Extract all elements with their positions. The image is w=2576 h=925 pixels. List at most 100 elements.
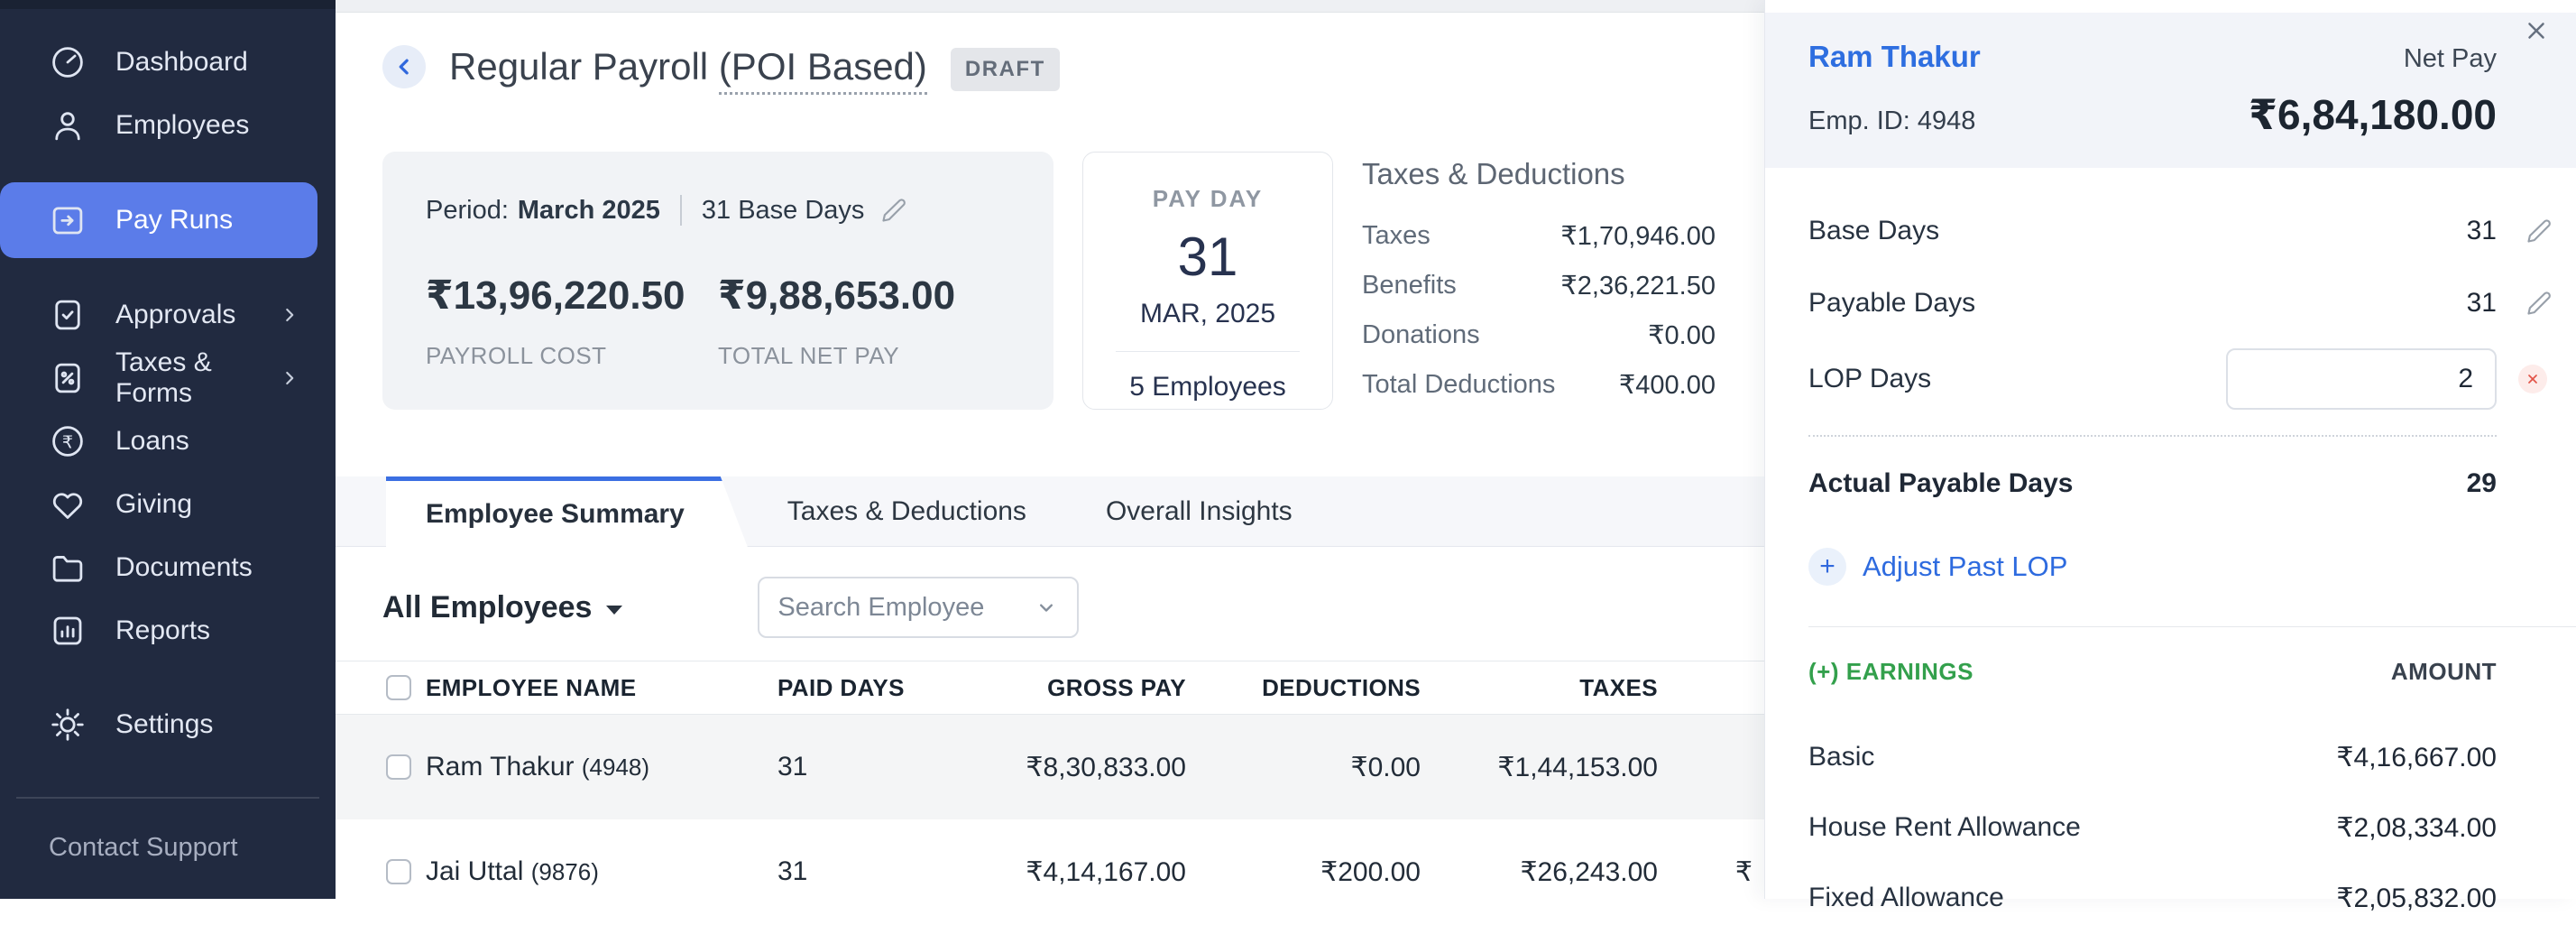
payable-days-row: Payable Days 31 xyxy=(1808,274,2576,332)
total-net-pay-value: ₹9,88,653.00 xyxy=(718,273,1010,319)
close-icon[interactable] xyxy=(2516,11,2556,51)
total-net-pay-block: ₹9,88,653.00 TOTAL NET PAY xyxy=(718,273,1010,370)
earnings-divider xyxy=(1808,626,2576,627)
select-all-checkbox[interactable] xyxy=(386,675,411,700)
employee-filter-dropdown[interactable]: All Employees xyxy=(382,590,622,625)
folder-icon xyxy=(49,549,87,587)
payroll-cost-label: PAYROLL COST xyxy=(426,342,718,370)
sidebar-item-label: Taxes & Forms xyxy=(115,347,249,409)
earnings-title: (+) EARNINGS xyxy=(1808,658,1973,686)
pay-runs-icon xyxy=(49,201,87,239)
panel-header: Ram Thakur Net Pay Emp. ID: 4948 ₹6,84,1… xyxy=(1765,13,2576,168)
sidebar-item-label: Employees xyxy=(115,110,249,141)
adjust-past-lop-link[interactable]: + Adjust Past LOP xyxy=(1808,540,2576,594)
payday-month-year: MAR, 2025 xyxy=(1083,299,1332,329)
status-badge: DRAFT xyxy=(951,48,1060,91)
net-pay-amount: ₹6,84,180.00 xyxy=(2249,90,2497,139)
col-employee-name: EMPLOYEE NAME xyxy=(426,674,777,702)
sidebar-item-label: Pay Runs xyxy=(115,205,233,236)
edit-base-days-icon[interactable] xyxy=(2525,217,2553,245)
caret-down-icon xyxy=(606,606,622,615)
svg-text:₹: ₹ xyxy=(62,431,73,452)
payday-card: PAY DAY 31 MAR, 2025 5 Employees xyxy=(1082,152,1333,410)
taxes-deductions-title: Taxes & Deductions xyxy=(1362,157,1716,191)
row-checkbox[interactable] xyxy=(386,754,411,780)
sidebar-item-settings[interactable]: Settings xyxy=(0,693,336,756)
sidebar-item-taxes-forms[interactable]: Taxes & Forms xyxy=(0,347,336,410)
net-pay-label: Net Pay xyxy=(2404,44,2497,74)
panel-header-row2: Emp. ID: 4948 ₹6,84,180.00 xyxy=(1808,90,2497,139)
chevron-left-icon xyxy=(391,53,418,80)
dotted-divider xyxy=(1808,435,2497,437)
payroll-cost-block: ₹13,96,220.50 PAYROLL COST xyxy=(426,273,718,370)
back-button[interactable] xyxy=(382,45,426,88)
payday-employee-count: 5 Employees xyxy=(1083,372,1332,402)
tab-employee-summary[interactable]: Employee Summary xyxy=(386,476,748,547)
employee-name-link[interactable]: Ram Thakur xyxy=(1808,40,1981,74)
employee-search-select[interactable] xyxy=(758,577,1079,638)
period-value: March 2025 xyxy=(518,196,660,226)
sidebar-item-documents[interactable]: Documents xyxy=(0,536,336,599)
contact-support-link[interactable]: Contact Support xyxy=(0,833,336,863)
summary-row-taxes: Taxes ₹1,70,946.00 xyxy=(1362,211,1716,261)
payday-divider xyxy=(1116,351,1300,352)
actual-payable-days-row: Actual Payable Days 29 xyxy=(1808,457,2576,511)
sidebar: Dashboard Employees Pay Runs Approvals xyxy=(0,0,336,899)
page-title-main: Regular Payroll xyxy=(449,45,708,88)
panel-body: Base Days 31 Payable Days 31 LOP Days Ac… xyxy=(1765,202,2576,925)
clear-lop-icon[interactable] xyxy=(2518,365,2547,393)
deductions-cell: ₹0.00 xyxy=(1186,752,1421,783)
sidebar-item-pay-runs[interactable]: Pay Runs xyxy=(0,182,317,258)
taxes-cell: ₹1,44,153.00 xyxy=(1421,752,1658,783)
search-input[interactable] xyxy=(777,593,1034,623)
sidebar-item-reports[interactable]: Reports xyxy=(0,599,336,662)
sidebar-item-dashboard[interactable]: Dashboard xyxy=(0,31,336,94)
col-paid-days: PAID DAYS xyxy=(777,674,987,702)
summary-row-total-deductions: Total Deductions ₹400.00 xyxy=(1362,360,1716,410)
deductions-cell: ₹200.00 xyxy=(1186,856,1421,888)
sidebar-item-label: Loans xyxy=(115,426,189,457)
vertical-separator xyxy=(680,195,682,226)
summary-row-benefits: Benefits ₹2,36,221.50 xyxy=(1362,261,1716,310)
row-checkbox[interactable] xyxy=(386,859,411,884)
edit-payable-days-icon[interactable] xyxy=(2525,290,2553,317)
base-days-row: Base Days 31 xyxy=(1808,202,2576,260)
tab-taxes-deductions[interactable]: Taxes & Deductions xyxy=(748,476,1066,546)
sidebar-item-label: Giving xyxy=(115,489,192,520)
employee-name-cell: Jai Uttal (9876) xyxy=(426,856,777,887)
page-title-poi-suffix: (POI Based) xyxy=(719,45,927,95)
employees-icon xyxy=(49,106,87,144)
paid-days-cell: 31 xyxy=(777,752,987,782)
taxes-forms-icon xyxy=(49,359,87,397)
base-days-text: 31 Base Days xyxy=(702,196,865,226)
sidebar-item-employees[interactable]: Employees xyxy=(0,94,336,157)
edit-base-days-button[interactable] xyxy=(880,197,907,224)
employee-id: Emp. ID: 4948 xyxy=(1808,106,1975,136)
pencil-icon xyxy=(880,197,907,224)
sidebar-item-approvals[interactable]: Approvals xyxy=(0,283,336,347)
chevron-down-icon xyxy=(1034,595,1059,620)
chevron-right-icon xyxy=(278,366,301,390)
summary-amounts: ₹13,96,220.50 PAYROLL COST ₹9,88,653.00 … xyxy=(426,273,1010,370)
payday-day: 31 xyxy=(1083,226,1332,288)
sidebar-item-label: Reports xyxy=(115,615,210,646)
summary-row-donations: Donations ₹0.00 xyxy=(1362,310,1716,360)
total-net-pay-label: TOTAL NET PAY xyxy=(718,342,1010,370)
loans-rupee-icon: ₹ xyxy=(49,422,87,460)
sidebar-divider xyxy=(16,797,319,799)
chevron-right-icon xyxy=(278,303,301,327)
payable-days-value: 31 xyxy=(2467,288,2497,319)
employee-detail-panel: Ram Thakur Net Pay Emp. ID: 4948 ₹6,84,1… xyxy=(1764,0,2576,899)
tab-overall-insights[interactable]: Overall Insights xyxy=(1066,476,1332,546)
earning-row-basic: Basic ₹4,16,667.00 xyxy=(1808,730,2576,784)
sidebar-item-loans[interactable]: ₹ Loans xyxy=(0,410,336,473)
sidebar-nav: Dashboard Employees Pay Runs Approvals xyxy=(0,9,336,797)
sidebar-item-giving[interactable]: Giving xyxy=(0,473,336,536)
sidebar-footer: Contact Support xyxy=(0,797,336,899)
employee-number: (9876) xyxy=(531,858,599,885)
period-line: Period: March 2025 31 Base Days xyxy=(426,195,1010,226)
lop-days-input[interactable] xyxy=(2226,348,2497,410)
gross-pay-cell: ₹8,30,833.00 xyxy=(987,752,1186,783)
plus-icon: + xyxy=(1808,548,1846,586)
amount-title: AMOUNT xyxy=(2391,658,2497,686)
